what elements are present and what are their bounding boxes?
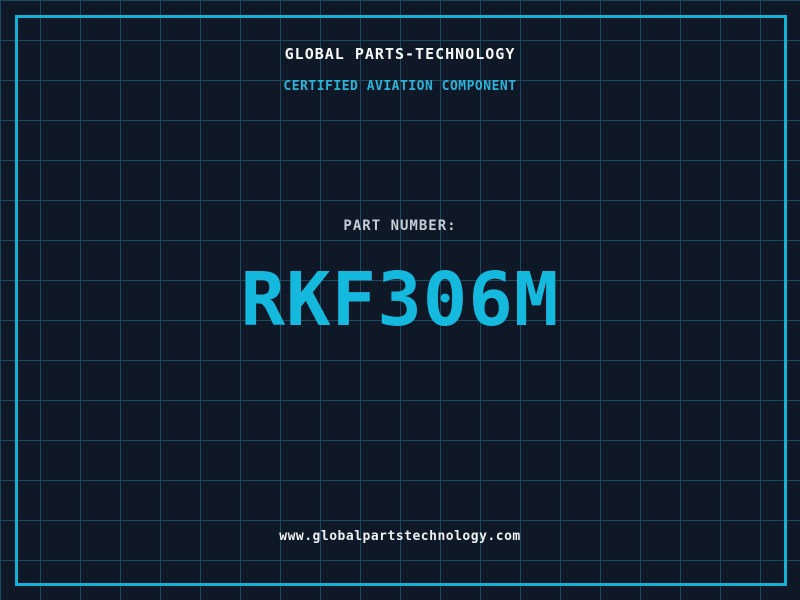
part-number-value: RKF306M (240, 257, 560, 343)
website-url: www.globalpartstechnology.com (279, 529, 521, 544)
part-number-label: PART NUMBER: (343, 218, 457, 234)
part-certificate-screen: GLOBAL PARTS-TECHNOLOGY CERTIFIED AVIATI… (0, 0, 800, 600)
company-title: GLOBAL PARTS-TECHNOLOGY (284, 45, 516, 63)
certification-subtitle: CERTIFIED AVIATION COMPONENT (283, 79, 517, 94)
